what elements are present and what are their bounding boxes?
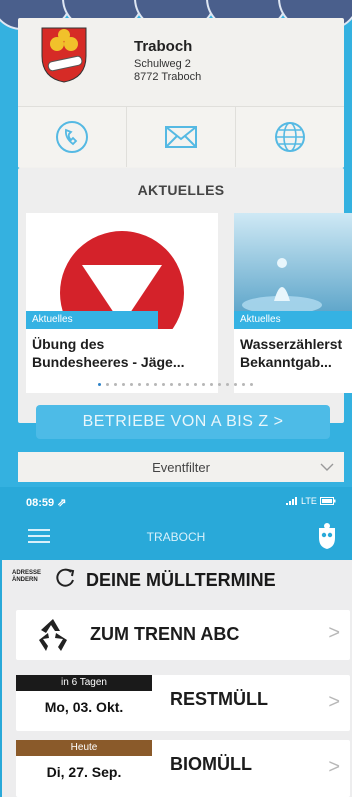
waste-type-name: RESTMÜLL xyxy=(170,689,268,709)
chevron-down-icon xyxy=(320,463,334,471)
chevron-right-icon: > xyxy=(328,691,340,713)
address-block: Traboch Schulweg 2 8772 Traboch xyxy=(18,18,344,106)
trenn-abc-button[interactable]: ZUM TRENN ABC > xyxy=(16,610,350,660)
trenn-abc-label: ZUM TRENN ABC xyxy=(90,624,240,644)
website-button[interactable] xyxy=(236,107,344,167)
status-time: 08:59 ⇗ xyxy=(26,497,67,509)
email-button[interactable] xyxy=(127,107,236,167)
status-indicators: LTE xyxy=(286,496,336,506)
change-address-button[interactable]: ADRESSE ÄNDERN xyxy=(12,570,41,584)
signal-icon xyxy=(286,497,297,505)
municipality-screen: Traboch Schulweg 2 8772 Traboch AKTUELLE… xyxy=(0,0,352,487)
app-title: TRABOCH xyxy=(146,530,206,544)
globe-icon xyxy=(275,122,305,152)
chevron-right-icon: > xyxy=(328,756,340,778)
refresh-icon[interactable] xyxy=(54,567,76,589)
waste-dates-title: DEINE MÜLLTERMINE xyxy=(86,570,276,590)
battery-icon xyxy=(319,497,336,505)
days-until-badge: Heute xyxy=(16,740,152,756)
news-card[interactable]: Aktuelles Wasserzählerst Bekanntgab... xyxy=(234,213,352,393)
recycle-icon xyxy=(39,619,67,651)
phone-button[interactable] xyxy=(18,107,127,167)
waste-row-restmuell[interactable]: in 6 Tagen Mo, 03. Okt. RESTMÜLL > xyxy=(16,675,350,731)
city-address: 8772 Traboch xyxy=(134,71,202,83)
carousel-dots xyxy=(98,383,258,386)
coat-of-arms-icon xyxy=(41,27,87,83)
collection-date: Mo, 03. Okt. xyxy=(44,699,124,715)
days-until-badge: in 6 Tagen xyxy=(16,675,152,691)
news-card[interactable]: Aktuelles Übung des Bundesheeres - Jäge..… xyxy=(26,213,218,393)
news-title: Übung des Bundesheeres - Jäge... xyxy=(32,336,185,370)
crest-icon xyxy=(319,523,335,549)
section-title: AKTUELLES xyxy=(137,182,225,198)
chevron-right-icon: > xyxy=(328,622,340,644)
eventfilter-bar[interactable]: Eventfilter xyxy=(18,452,344,482)
contact-row xyxy=(18,106,344,167)
news-tag: Aktuelles xyxy=(234,311,352,329)
eventfilter-label: Eventfilter xyxy=(152,460,210,475)
street-address: Schulweg 2 xyxy=(134,58,191,70)
news-title: Wasserzählerst Bekanntgab... xyxy=(240,336,343,370)
businesses-a-z-button[interactable]: BETRIEBE VON A BIS Z > xyxy=(36,405,330,439)
waste-type-name: BIOMÜLL xyxy=(170,754,252,774)
address-card: Traboch Schulweg 2 8772 Traboch xyxy=(18,18,344,168)
waste-row-biomuell[interactable]: Heute Di, 27. Sep. BIOMÜLL > xyxy=(16,740,350,797)
mail-icon xyxy=(165,126,197,148)
phone-icon xyxy=(56,121,88,153)
network-label: LTE xyxy=(301,496,317,506)
news-tag: Aktuelles xyxy=(26,311,158,329)
collection-date: Di, 27. Sep. xyxy=(46,764,122,780)
municipality-name: Traboch xyxy=(134,38,193,55)
